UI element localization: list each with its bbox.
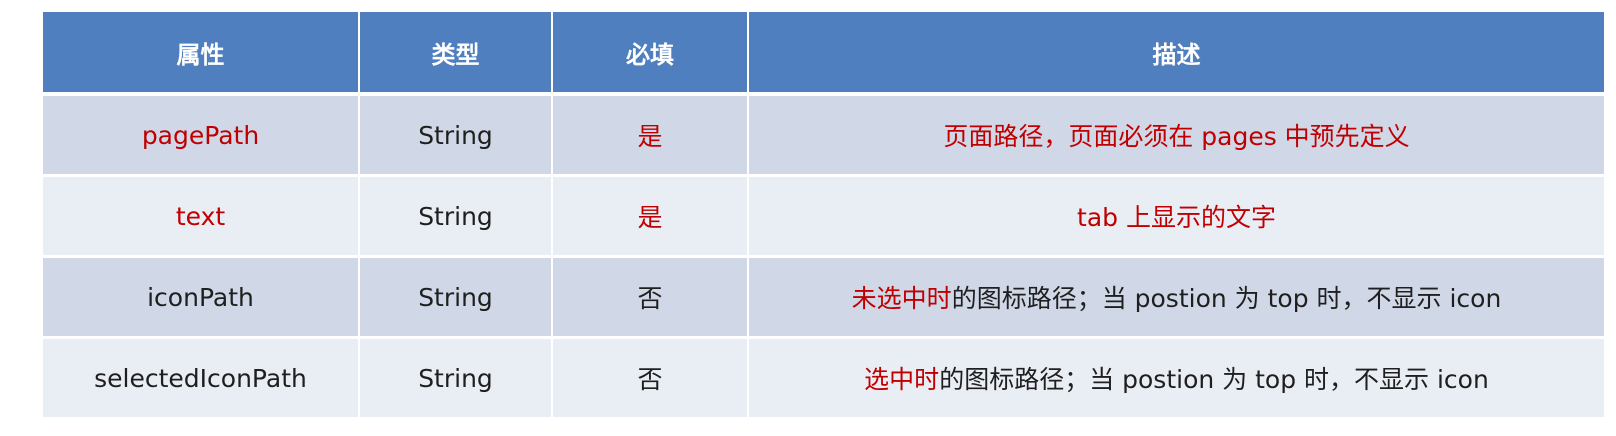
cell-type: String	[358, 256, 553, 339]
description-text: 的图标路径；当 postion 为 top 时，不显示 icon	[939, 365, 1489, 394]
table-row: selectedIconPath String 否 选中时的图标路径；当 pos…	[41, 337, 1606, 420]
header-property: 属性	[41, 12, 360, 96]
cell-description: 未选中时的图标路径；当 postion 为 top 时，不显示 icon	[747, 256, 1606, 339]
cell-description: tab 上显示的文字	[747, 175, 1606, 258]
table-row: iconPath String 否 未选中时的图标路径；当 postion 为 …	[41, 256, 1606, 339]
cell-required: 是	[551, 175, 749, 258]
header-description: 描述	[747, 12, 1606, 96]
cell-property: iconPath	[41, 256, 360, 339]
cell-description: 选中时的图标路径；当 postion 为 top 时，不显示 icon	[747, 337, 1606, 420]
table-row: text String 是 tab 上显示的文字	[41, 175, 1606, 258]
cell-required: 是	[551, 94, 749, 177]
description-highlight: 选中时	[864, 365, 940, 394]
cell-property: pagePath	[41, 94, 360, 177]
cell-type: String	[358, 175, 553, 258]
table-header-row: 属性 类型 必填 描述	[41, 12, 1606, 96]
description-text: 的图标路径；当 postion 为 top 时，不显示 icon	[951, 284, 1502, 313]
table-row: pagePath String 是 页面路径，页面必须在 pages 中预先定义	[41, 94, 1606, 177]
cell-type: String	[358, 337, 553, 420]
description-highlight: tab 上显示的文字	[1077, 203, 1276, 232]
header-type: 类型	[358, 12, 553, 96]
cell-required: 否	[551, 256, 749, 339]
cell-description: 页面路径，页面必须在 pages 中预先定义	[747, 94, 1606, 177]
cell-type: String	[358, 94, 553, 177]
cell-property: selectedIconPath	[41, 337, 360, 420]
cell-required: 否	[551, 337, 749, 420]
cell-property: text	[41, 175, 360, 258]
description-highlight: 未选中时	[851, 284, 952, 313]
tabbar-attribute-table: 属性 类型 必填 描述 pagePath String 是 页面路径，页面必须在…	[41, 12, 1606, 420]
description-highlight: 页面路径，页面必须在 pages 中预先定义	[943, 122, 1410, 151]
attribute-table-container: 属性 类型 必填 描述 pagePath String 是 页面路径，页面必须在…	[41, 12, 1606, 420]
header-required: 必填	[551, 12, 749, 96]
